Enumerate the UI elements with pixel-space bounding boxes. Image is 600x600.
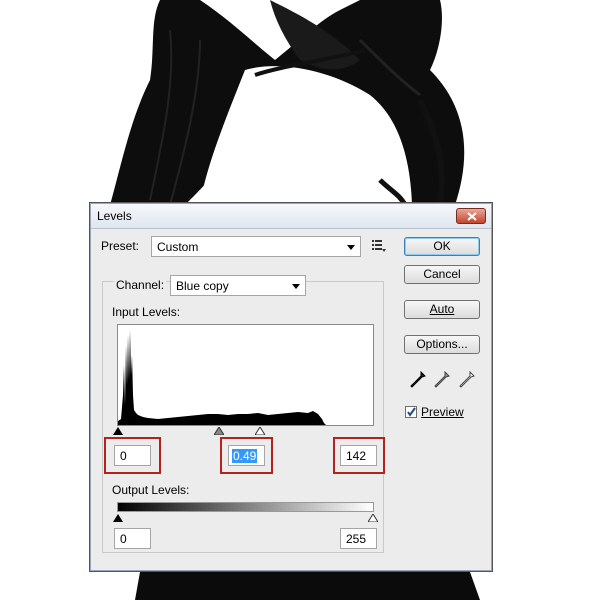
checkmark-icon — [407, 407, 416, 417]
channel-label: Channel: — [114, 278, 167, 292]
preview-label: Preview — [421, 405, 464, 419]
highlight-box-black — [104, 437, 161, 474]
preview-checkbox[interactable] — [405, 406, 417, 418]
output-levels-label: Output Levels: — [112, 483, 190, 497]
output-white-value: 255 — [346, 532, 367, 546]
preset-options-icon[interactable] — [372, 240, 386, 252]
close-button[interactable] — [456, 208, 486, 224]
auto-button[interactable]: Auto — [404, 300, 480, 319]
cancel-button[interactable]: Cancel — [404, 265, 480, 284]
preset-label: Preset: — [101, 239, 140, 253]
chevron-down-icon — [347, 245, 355, 250]
gray-eyedropper-icon[interactable] — [434, 371, 450, 389]
auto-button-label: Auto — [429, 302, 455, 316]
close-icon — [467, 212, 477, 221]
histogram — [117, 324, 374, 426]
output-black-value: 0 — [120, 532, 127, 546]
histogram-graph — [118, 330, 326, 425]
input-gray-slider[interactable] — [214, 427, 224, 435]
output-black-field[interactable]: 0 — [114, 528, 151, 549]
options-button-label: Options... — [416, 337, 468, 351]
output-gradient-bar — [117, 502, 374, 512]
white-eyedropper-icon[interactable] — [459, 371, 475, 389]
preset-value: Custom — [157, 240, 199, 254]
preset-select[interactable]: Custom — [151, 236, 361, 257]
output-white-slider[interactable] — [368, 514, 378, 522]
output-black-slider[interactable] — [113, 514, 123, 522]
input-levels-label: Input Levels: — [112, 305, 181, 319]
input-white-slider[interactable] — [255, 427, 265, 435]
channel-value: Blue copy — [176, 279, 229, 293]
title-bar[interactable]: Levels — [91, 204, 491, 229]
preview-label-text: Preview — [421, 405, 464, 419]
output-white-field[interactable]: 255 — [340, 528, 377, 549]
options-button[interactable]: Options... — [404, 335, 480, 354]
dialog-title: Levels — [97, 209, 132, 223]
ok-button[interactable]: OK — [404, 237, 480, 256]
input-black-slider[interactable] — [113, 427, 123, 435]
highlight-box-white — [333, 437, 385, 474]
channel-select[interactable]: Blue copy — [170, 275, 306, 296]
highlight-box-gamma — [220, 437, 273, 474]
black-eyedropper-icon[interactable] — [410, 371, 426, 389]
chevron-down-icon — [292, 284, 300, 289]
